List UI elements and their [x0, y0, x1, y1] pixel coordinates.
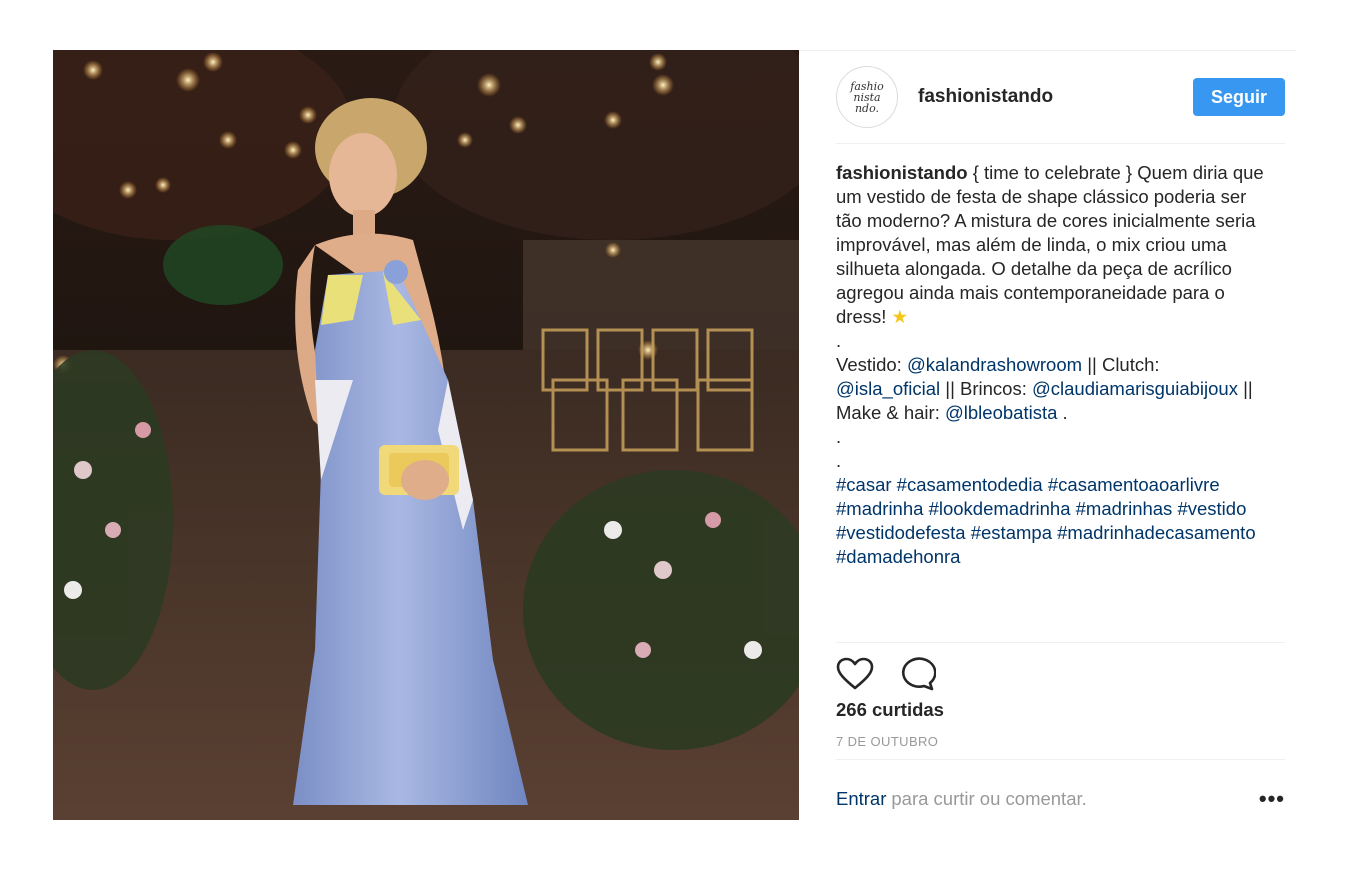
credit-tail: . [1057, 402, 1068, 423]
star-emoji-icon: ★ [891, 306, 909, 327]
hashtag-link[interactable]: #madrinhadecasamento [1057, 522, 1256, 543]
ellipsis-icon[interactable]: ••• [1259, 786, 1285, 812]
post-photo[interactable] [53, 50, 799, 820]
mention-link-clutch[interactable]: @isla_oficial [836, 378, 940, 399]
mention-link-brincos[interactable]: @claudiamarisguiabijoux [1032, 378, 1238, 399]
post-caption: fashionistando { time to celebrate } Que… [836, 161, 1266, 569]
footer-divider [836, 759, 1285, 760]
post-actions [836, 654, 936, 694]
caption-credits: Vestido: @kalandrashowroom || Clutch: @i… [836, 353, 1266, 425]
hashtag-link[interactable]: #vestidodefesta [836, 522, 966, 543]
login-prompt: Entrar para curtir ou comentar. ••• [836, 786, 1285, 812]
credit-label: || Clutch: [1082, 354, 1160, 375]
caption-dot: . [836, 426, 842, 447]
login-prompt-text: para curtir ou comentar. [891, 788, 1087, 809]
hashtag-link[interactable]: #vestido [1177, 498, 1246, 519]
hashtag-link[interactable]: #madrinha [836, 498, 923, 519]
hashtag-link[interactable]: #damadehonra [836, 546, 960, 567]
hashtag-link[interactable]: #madrinhas [1076, 498, 1173, 519]
login-link[interactable]: Entrar [836, 788, 886, 810]
hashtag-link[interactable]: #casamentoaoarlivre [1048, 474, 1220, 495]
hashtag-link[interactable]: #estampa [971, 522, 1052, 543]
credit-label: || Brincos: [940, 378, 1032, 399]
heart-icon[interactable] [836, 657, 874, 691]
follow-button[interactable]: Seguir [1193, 78, 1285, 116]
hashtag-link[interactable]: #casamentodedia [897, 474, 1043, 495]
hashtag-link[interactable]: #casar [836, 474, 892, 495]
avatar[interactable]: fashio nista ndo. [836, 66, 898, 128]
mention-link-make[interactable]: @lbleobatista [945, 402, 1057, 423]
username-link[interactable]: fashionistando [918, 86, 1193, 108]
caption-username-link[interactable]: fashionistando [836, 162, 968, 183]
header-divider [836, 143, 1285, 144]
caption-dot: . [836, 330, 842, 351]
likes-count[interactable]: 266 curtidas [836, 699, 944, 721]
caption-text: { time to celebrate } Quem diria que um … [836, 162, 1264, 327]
credit-label: Vestido: [836, 354, 907, 375]
comment-icon[interactable] [900, 657, 936, 691]
hashtag-list: #casar #casamentodedia #casamentoaoarliv… [836, 473, 1266, 569]
caption-divider [836, 642, 1285, 643]
post-date[interactable]: 7 DE OUTUBRO [836, 734, 938, 749]
mention-link-vestido[interactable]: @kalandrashowroom [907, 354, 1082, 375]
hashtag-link[interactable]: #lookdemadrinha [929, 498, 1071, 519]
post-sidebar: fashio nista ndo. fashionistando Seguir … [799, 51, 1296, 820]
post-header: fashio nista ndo. fashionistando Seguir [836, 65, 1285, 129]
caption-dot: . [836, 450, 842, 471]
avatar-text: fashio nista ndo. [850, 79, 884, 115]
